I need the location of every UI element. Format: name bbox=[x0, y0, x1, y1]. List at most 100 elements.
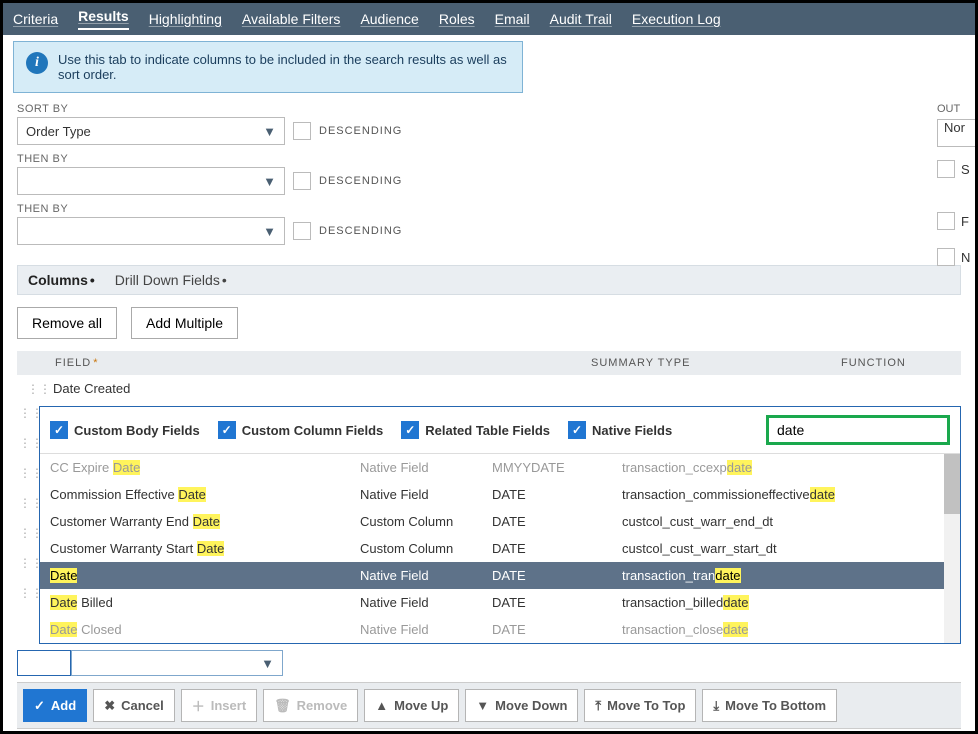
remove-button[interactable]: 🗑Remove bbox=[263, 689, 358, 722]
drag-handle-icon[interactable]: ⋮⋮ bbox=[19, 406, 35, 420]
field-name: Date Closed bbox=[50, 622, 360, 637]
field-id: custcol_cust_warr_start_dt bbox=[622, 541, 950, 556]
move-top-button[interactable]: ⤒Move To Top bbox=[584, 689, 696, 722]
nav-roles[interactable]: Roles bbox=[439, 11, 475, 27]
scrollbar[interactable] bbox=[944, 454, 960, 643]
field-source: Native Field bbox=[360, 460, 492, 475]
field-search-input[interactable] bbox=[777, 418, 939, 442]
field-option-row[interactable]: CC Expire DateNative FieldMMYYDATEtransa… bbox=[40, 454, 960, 481]
field-id: transaction_commissioneffectivedate bbox=[622, 487, 950, 502]
drag-handle-icon[interactable]: ⋮⋮ bbox=[19, 526, 35, 540]
field-name: Date Billed bbox=[50, 595, 360, 610]
row-action-toolbar: ✓Add ✖Cancel ＋Insert 🗑Remove ▲Move Up ▼M… bbox=[17, 682, 961, 729]
sort-by-value: Order Type bbox=[26, 124, 91, 139]
move-up-button[interactable]: ▲Move Up bbox=[364, 689, 459, 722]
plus-icon: ＋ bbox=[192, 696, 205, 715]
n-label: N bbox=[961, 250, 970, 265]
field-datatype: DATE bbox=[492, 595, 622, 610]
drag-handle-icon[interactable]: ⋮⋮ bbox=[19, 586, 35, 600]
top-nav: Criteria Results Highlighting Available … bbox=[3, 3, 975, 35]
columns-table-header: FIELD* SUMMARY TYPE FUNCTION bbox=[17, 351, 961, 375]
field-name: Date bbox=[50, 568, 360, 583]
s-checkbox[interactable] bbox=[937, 160, 955, 178]
column-row[interactable]: ⋮⋮ Date Created bbox=[17, 375, 961, 402]
field-name: Commission Effective Date bbox=[50, 487, 360, 502]
drag-handle-icon[interactable]: ⋮⋮ bbox=[19, 556, 35, 570]
field-option-row[interactable]: Date ClosedNative FieldDATEtransaction_c… bbox=[40, 616, 960, 643]
drag-handle-icon[interactable]: ⋮⋮ bbox=[19, 436, 35, 450]
drag-handle-icon[interactable]: ⋮⋮ bbox=[19, 466, 35, 480]
field-option-row[interactable]: DateNative FieldDATEtransaction_trandate bbox=[40, 562, 960, 589]
nav-results[interactable]: Results bbox=[78, 8, 129, 30]
field-datatype: DATE bbox=[492, 541, 622, 556]
arrow-down-icon: ▼ bbox=[476, 698, 489, 713]
insert-button[interactable]: ＋Insert bbox=[181, 689, 257, 722]
checkbox-checked-icon: ✓ bbox=[218, 421, 236, 439]
descending-2-label: DESCENDING bbox=[319, 175, 402, 187]
add-button[interactable]: ✓Add bbox=[23, 689, 87, 722]
nav-audit-trail[interactable]: Audit Trail bbox=[550, 11, 612, 27]
field-source: Native Field bbox=[360, 622, 492, 637]
then-by-1-dropdown[interactable]: ▼ bbox=[17, 167, 285, 195]
descending-1-label: DESCENDING bbox=[319, 125, 402, 137]
field-option-row[interactable]: Date BilledNative FieldDATEtransaction_b… bbox=[40, 589, 960, 616]
move-bottom-button[interactable]: ⤓Move To Bottom bbox=[702, 689, 837, 722]
filter-native[interactable]: ✓ Native Fields bbox=[568, 421, 672, 439]
field-option-row[interactable]: Customer Warranty Start DateCustom Colum… bbox=[40, 535, 960, 562]
nav-email[interactable]: Email bbox=[495, 11, 530, 27]
new-column-text[interactable] bbox=[17, 650, 71, 676]
field-picker-list: CC Expire DateNative FieldMMYYDATEtransa… bbox=[40, 454, 960, 643]
th-field: FIELD bbox=[55, 357, 91, 369]
checkbox-checked-icon: ✓ bbox=[568, 421, 586, 439]
subtab-drill-down[interactable]: Drill Down Fields• bbox=[115, 272, 227, 288]
chevron-down-icon: ▼ bbox=[261, 656, 274, 671]
row-drag-handles: ⋮⋮ ⋮⋮ ⋮⋮ ⋮⋮ ⋮⋮ ⋮⋮ ⋮⋮ bbox=[19, 406, 35, 616]
nav-audience[interactable]: Audience bbox=[360, 11, 418, 27]
n-checkbox[interactable] bbox=[937, 248, 955, 266]
drag-handle-icon[interactable]: ⋮⋮ bbox=[19, 496, 35, 510]
new-column-dropdown[interactable]: ▼ bbox=[71, 650, 283, 676]
arrow-top-icon: ⤒ bbox=[595, 698, 601, 714]
nav-available-filters[interactable]: Available Filters bbox=[242, 11, 341, 27]
filter-custom-column[interactable]: ✓ Custom Column Fields bbox=[218, 421, 384, 439]
then-by-2-dropdown[interactable]: ▼ bbox=[17, 217, 285, 245]
field-datatype: MMYYDATE bbox=[492, 460, 622, 475]
add-multiple-button[interactable]: Add Multiple bbox=[131, 307, 238, 339]
nav-execution-log[interactable]: Execution Log bbox=[632, 11, 721, 27]
filter-related-table[interactable]: ✓ Related Table Fields bbox=[401, 421, 550, 439]
f-checkbox[interactable] bbox=[937, 212, 955, 230]
move-down-button[interactable]: ▼Move Down bbox=[465, 689, 578, 722]
field-picker-popup: ✓ Custom Body Fields ✓ Custom Column Fie… bbox=[39, 406, 961, 644]
field-id: custcol_cust_warr_end_dt bbox=[622, 514, 950, 529]
field-datatype: DATE bbox=[492, 514, 622, 529]
subtab-columns[interactable]: Columns• bbox=[28, 272, 95, 288]
drag-handle-icon[interactable]: ⋮⋮ bbox=[27, 382, 43, 396]
field-id: transaction_billeddate bbox=[622, 595, 950, 610]
field-name: Customer Warranty Start Date bbox=[50, 541, 360, 556]
field-option-row[interactable]: Commission Effective DateNative FieldDAT… bbox=[40, 481, 960, 508]
info-text: Use this tab to indicate columns to be i… bbox=[58, 52, 510, 82]
s-label: S bbox=[961, 162, 970, 177]
nav-criteria[interactable]: Criteria bbox=[13, 11, 58, 27]
then-by-2-label: THEN BY bbox=[17, 203, 961, 215]
sort-by-dropdown[interactable]: Order Type ▼ bbox=[17, 117, 285, 145]
chevron-down-icon: ▼ bbox=[263, 174, 276, 189]
checkbox-checked-icon: ✓ bbox=[50, 421, 68, 439]
descending-3-checkbox[interactable] bbox=[293, 222, 311, 240]
scroll-thumb[interactable] bbox=[944, 454, 960, 514]
nav-highlighting[interactable]: Highlighting bbox=[149, 11, 222, 27]
remove-all-button[interactable]: Remove all bbox=[17, 307, 117, 339]
field-id: transaction_ccexpdate bbox=[622, 460, 950, 475]
field-datatype: DATE bbox=[492, 622, 622, 637]
filter-custom-body[interactable]: ✓ Custom Body Fields bbox=[50, 421, 200, 439]
descending-2-checkbox[interactable] bbox=[293, 172, 311, 190]
descending-1-checkbox[interactable] bbox=[293, 122, 311, 140]
field-name: CC Expire Date bbox=[50, 460, 360, 475]
cancel-button[interactable]: ✖Cancel bbox=[93, 689, 175, 722]
output-dropdown[interactable]: Nor bbox=[937, 119, 975, 147]
then-by-1-label: THEN BY bbox=[17, 153, 961, 165]
column-field-value: Date Created bbox=[53, 381, 130, 396]
close-icon: ✖ bbox=[104, 698, 115, 714]
field-source: Custom Column bbox=[360, 514, 492, 529]
field-option-row[interactable]: Customer Warranty End DateCustom ColumnD… bbox=[40, 508, 960, 535]
